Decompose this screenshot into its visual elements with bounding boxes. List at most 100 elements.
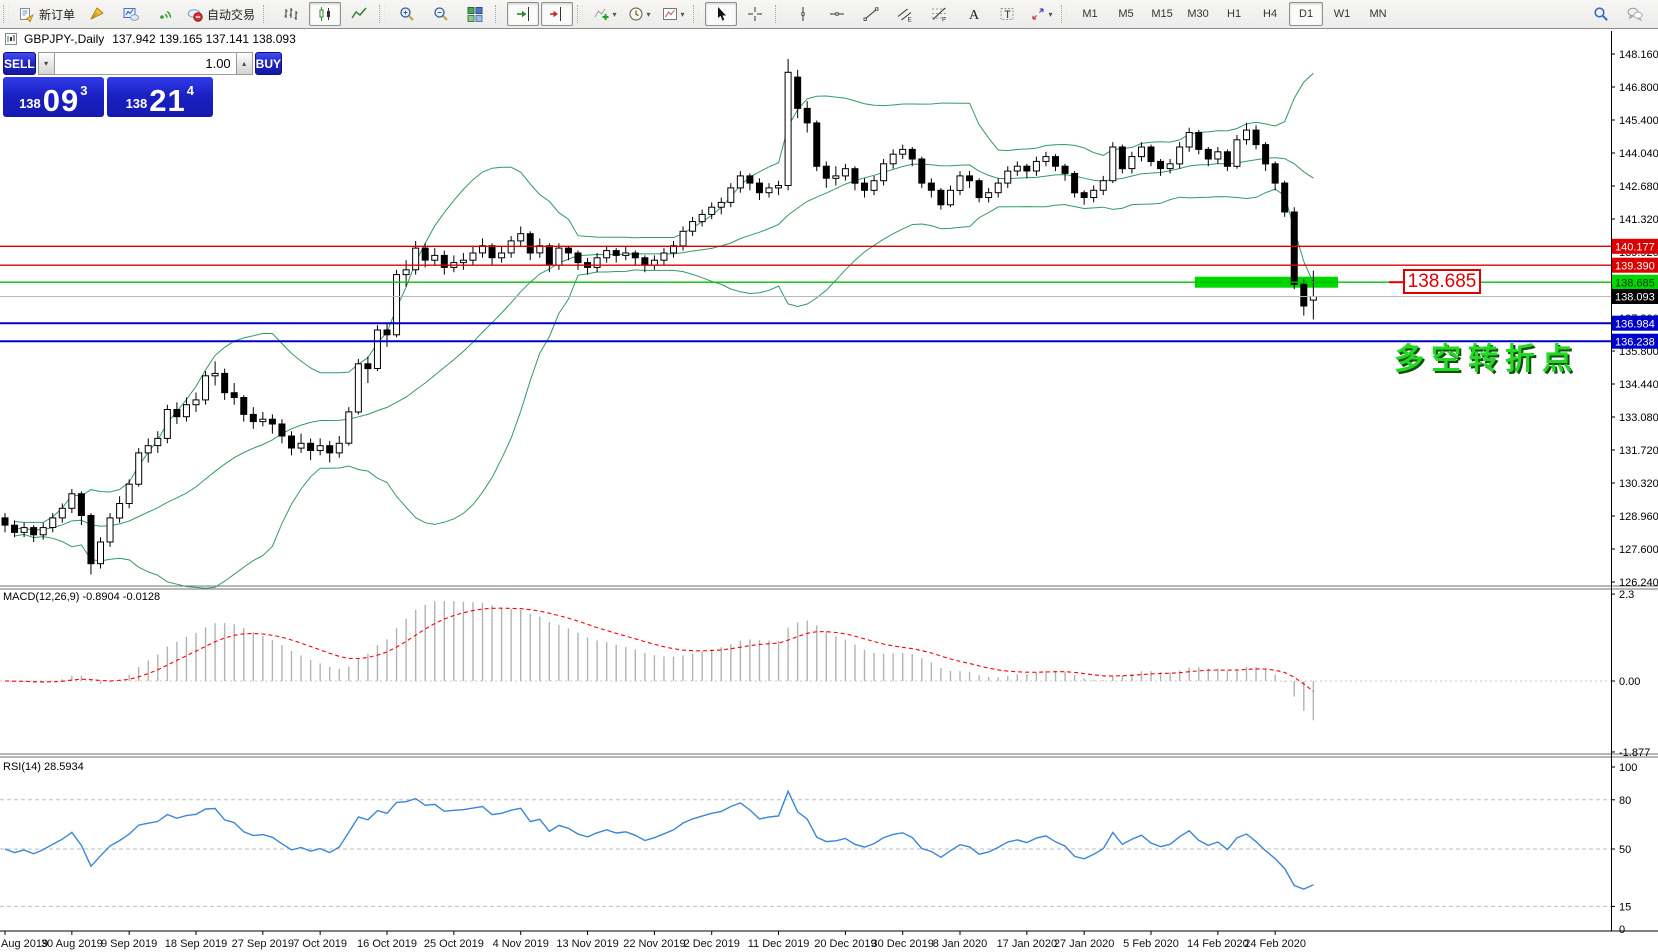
sell-button[interactable]: SELL [3, 52, 36, 75]
svg-text:-1.877: -1.877 [1619, 747, 1650, 759]
chart-window[interactable]: 148.160 146.800 145.400 144.040 142.680 141.3… [0, 29, 1658, 952]
timeframe-m15-button[interactable]: M15 [1145, 2, 1179, 26]
svg-text:136.984: 136.984 [1615, 318, 1655, 330]
zoom-in-button[interactable] [391, 2, 423, 26]
candles-icon [319, 7, 331, 21]
svg-text:136.238: 136.238 [1615, 336, 1655, 348]
chat-icon [1627, 7, 1643, 22]
new-order-button[interactable]: 新订单 [15, 2, 79, 26]
label-tool-button[interactable]: T [991, 2, 1023, 26]
svg-text:15: 15 [1619, 901, 1631, 913]
svg-text:5 Feb 2020: 5 Feb 2020 [1123, 938, 1179, 950]
tline-icon [863, 7, 879, 21]
timeframe-h4-button[interactable]: H4 [1253, 2, 1287, 26]
channel-icon: E [897, 8, 913, 22]
timeframe-m5-button[interactable]: M5 [1109, 2, 1143, 26]
periods-button[interactable]: ▾ [623, 2, 655, 26]
line-icon [351, 7, 367, 19]
timeframe-h1-button[interactable]: H1 [1217, 2, 1251, 26]
signals-button[interactable] [149, 2, 181, 26]
toolbar-grip[interactable] [495, 5, 502, 23]
price-badge: 136.238 [1612, 333, 1658, 349]
toolbar-grip[interactable] [379, 5, 386, 23]
arrows-icon [1032, 8, 1044, 20]
buy-button[interactable]: BUY [254, 52, 283, 75]
template-icon [662, 8, 677, 20]
auto-scroll-button[interactable] [507, 2, 540, 26]
price-badge: 140.177 [1612, 238, 1658, 254]
price-annotation-box[interactable]: 138.685 [1403, 269, 1481, 294]
svg-text:14 Feb 2020: 14 Feb 2020 [1187, 938, 1249, 950]
indicators-list-button[interactable]: ▾ [589, 2, 621, 26]
svg-text:24 Feb 2020: 24 Feb 2020 [1244, 938, 1306, 950]
toolbar: 新订单 自动交易 ▾ ▾ ▾ E F A T ▾ M1 M5 M15 M30 H1 H4 D1 W1 MN [0, 0, 1658, 29]
svg-text:138.685: 138.685 [1615, 277, 1655, 289]
horizontal-line-tool-button[interactable] [821, 2, 853, 26]
svg-text:141.320: 141.320 [1619, 214, 1658, 226]
buy-quote[interactable]: 138 21 4 [106, 77, 213, 118]
svg-text:13 Nov 2019: 13 Nov 2019 [556, 938, 618, 950]
metaeditor-button[interactable] [81, 2, 113, 26]
fibonacci-tool-button[interactable]: F [923, 2, 955, 26]
svg-text:F: F [942, 17, 946, 23]
toolbar-grip[interactable] [693, 5, 700, 23]
toolbar-grip[interactable] [263, 5, 270, 23]
chevron-down-icon: ▾ [612, 9, 617, 19]
svg-text:27 Sep 2019: 27 Sep 2019 [232, 938, 294, 950]
volume-input[interactable] [54, 52, 236, 75]
clock-icon [629, 7, 643, 21]
trendline-tool-button[interactable] [855, 2, 887, 26]
sell-quote[interactable]: 138 09 3 [3, 77, 104, 117]
candles [1, 59, 1317, 575]
timeframe-w1-button[interactable]: W1 [1325, 2, 1359, 26]
svg-text:22 Nov 2019: 22 Nov 2019 [623, 938, 685, 950]
symbol-info: GBPJPY-,Daily 137.942 139.165 137.141 13… [5, 32, 296, 46]
timeframe-mn-button[interactable]: MN [1361, 2, 1395, 26]
fibo-icon: F [932, 7, 947, 23]
buy-price-prefix: 138 [125, 96, 148, 111]
svg-text:145.400: 145.400 [1619, 115, 1658, 127]
svg-text:2.3: 2.3 [1619, 589, 1634, 601]
labelT-icon: T [1000, 8, 1014, 21]
channel-tool-button[interactable]: E [889, 2, 921, 26]
text-tool-button[interactable]: A [957, 2, 989, 26]
chevron-down-icon: ▾ [646, 9, 651, 19]
toolbar-grip[interactable] [577, 5, 584, 23]
line-chart-mode-button[interactable] [343, 2, 375, 26]
toolbar-grip[interactable] [1061, 5, 1068, 23]
search-button[interactable] [1585, 2, 1617, 26]
templates-button[interactable]: ▾ [657, 2, 689, 26]
toolbar-grip[interactable] [775, 5, 782, 23]
bar-chart-mode-button[interactable] [275, 2, 307, 26]
zoom-out-button[interactable] [425, 2, 457, 26]
tile-icon [467, 7, 483, 22]
volume-decrease-button[interactable]: ▾ [37, 52, 55, 75]
timeframe-m30-button[interactable]: M30 [1181, 2, 1215, 26]
cursor-icon [718, 7, 727, 21]
sell-price-prefix: 138 [19, 96, 41, 111]
arrows-tool-button[interactable]: ▾ [1025, 2, 1057, 26]
volume-increase-button[interactable]: ▴ [235, 52, 253, 75]
price-chart[interactable]: 148.160 146.800 145.400 144.040 142.680 141.3… [0, 29, 1658, 952]
tile-windows-button[interactable] [459, 2, 491, 26]
auto-trading-button[interactable]: 自动交易 [183, 2, 259, 26]
market-watch-button[interactable] [115, 2, 147, 26]
toolbar-grip[interactable] [3, 5, 9, 23]
buy-price-big: 21 [149, 83, 186, 118]
zoom-in-icon [400, 7, 414, 21]
community-chat-button[interactable] [1619, 2, 1651, 26]
kite-icon [90, 7, 104, 20]
cursor-button[interactable] [705, 2, 738, 26]
vertical-line-tool-button[interactable] [787, 2, 819, 26]
crosshair-button[interactable] [739, 2, 771, 26]
candle-chart-mode-button[interactable] [309, 2, 342, 26]
svg-text:20 Dec 2019: 20 Dec 2019 [814, 938, 876, 950]
timeframe-m1-button[interactable]: M1 [1073, 2, 1107, 26]
timeframe-d1-button[interactable]: D1 [1289, 2, 1324, 26]
svg-text:142.680: 142.680 [1619, 181, 1658, 193]
chart-shift-button[interactable] [541, 2, 574, 26]
shift-icon [550, 7, 562, 21]
svg-text:16 Oct 2019: 16 Oct 2019 [357, 938, 417, 950]
signal-icon [160, 10, 172, 19]
bars-icon [284, 8, 298, 20]
